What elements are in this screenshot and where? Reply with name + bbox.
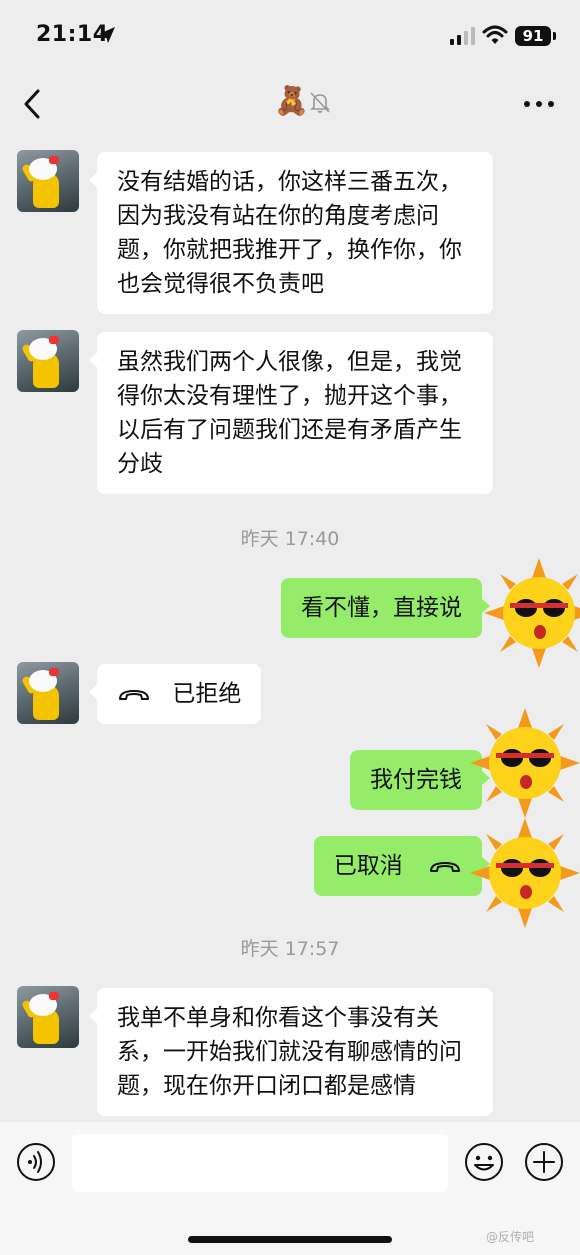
- call-cancelled-bubble[interactable]: 已取消: [313, 836, 491, 896]
- chat-header: 🧸: [0, 72, 580, 136]
- sunglasses-sun-avatar[interactable]: [470, 708, 580, 818]
- outgoing-message-bubble[interactable]: 看不懂，直接说: [281, 578, 490, 638]
- incoming-message-bubble[interactable]: 没有结婚的话，你这样三番五次，因为我没有站在你的角度考虑问题，你就把我推开了，换…: [89, 152, 493, 314]
- message-input[interactable]: [72, 1134, 448, 1192]
- battery-indicator: 91: [515, 26, 551, 46]
- battery-cap: [553, 32, 556, 40]
- plus-icon[interactable]: [524, 1142, 564, 1182]
- contact-avatar[interactable]: [17, 330, 79, 392]
- phone-hangup-icon: [430, 861, 460, 872]
- call-status-text: 已拒绝: [172, 681, 242, 707]
- contact-avatar[interactable]: [17, 662, 79, 724]
- chat-title: 🧸: [274, 84, 309, 117]
- sunglasses-sun-avatar[interactable]: [470, 818, 580, 928]
- outgoing-message-bubble[interactable]: 我付完钱: [350, 750, 490, 810]
- emoji-icon[interactable]: [464, 1142, 504, 1182]
- message-timestamp: 昨天 17:40: [240, 528, 340, 550]
- location-arrow-icon: [99, 27, 115, 43]
- phone-hangup-icon: [119, 689, 149, 700]
- call-rejected-bubble[interactable]: 已拒绝: [88, 664, 262, 724]
- contact-avatar[interactable]: [17, 150, 79, 212]
- watermark: @反传吧: [486, 1230, 535, 1244]
- status-bar: 21:14 91: [0, 0, 580, 72]
- mute-bell-icon: [310, 92, 330, 113]
- contact-avatar[interactable]: [17, 986, 79, 1048]
- voice-input-icon[interactable]: [16, 1142, 56, 1182]
- incoming-message-bubble[interactable]: 虽然我们两个人很像，但是，我觉得你太没有理性了，抛开这个事，以后有了问题我们还是…: [89, 332, 493, 494]
- home-indicator: [188, 1236, 392, 1243]
- incoming-message-bubble[interactable]: 我单不单身和你看这个事没有关系，一开始我们就没有聊感情的问题，现在你开口闭口都是…: [89, 988, 493, 1116]
- more-options-icon[interactable]: [522, 94, 556, 114]
- back-chevron-icon[interactable]: [20, 88, 44, 120]
- wifi-icon: [482, 25, 508, 44]
- sunglasses-sun-avatar[interactable]: [484, 558, 580, 668]
- message-timestamp: 昨天 17:57: [240, 938, 340, 960]
- call-status-text: 已取消: [333, 853, 403, 879]
- cellular-signal-icon: [450, 27, 475, 45]
